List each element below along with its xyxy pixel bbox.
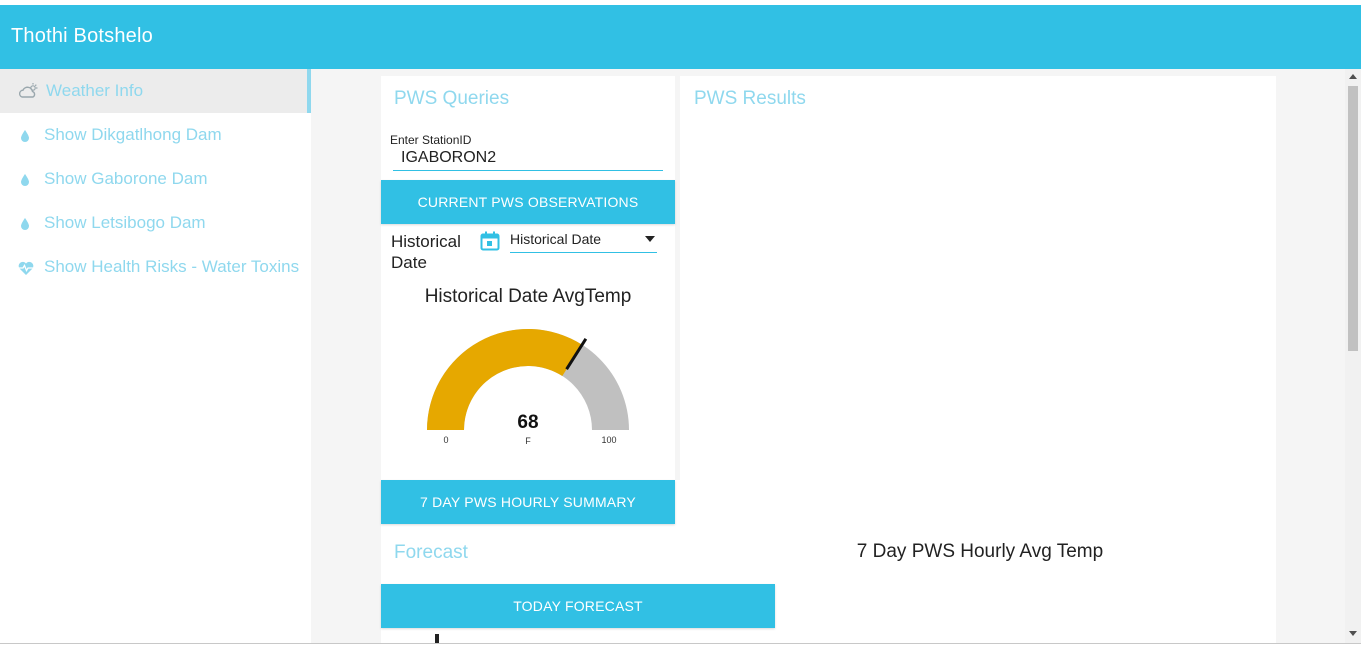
sidebar-item-gaborone-dam[interactable]: Show Gaborone Dam <box>0 157 310 201</box>
water-drop-icon <box>17 126 37 146</box>
bottom-divider <box>0 643 1361 644</box>
historical-date-select[interactable]: Historical Date <box>510 229 657 253</box>
sidebar-item-label: Show Letsibogo Dam <box>44 213 206 232</box>
sidebar-item-label: Weather Info <box>46 81 144 100</box>
gauge-min-label: 0 <box>443 435 448 445</box>
scrollbar-thumb[interactable] <box>1348 86 1358 351</box>
scroll-down-icon[interactable] <box>1349 631 1357 636</box>
hourly-avg-temp-title: 7 Day PWS Hourly Avg Temp <box>856 541 1104 562</box>
sidebar-item-dikgatlhong-dam[interactable]: Show Dikgatlhong Dam <box>0 113 310 157</box>
gauge-title: Historical Date AvgTemp <box>424 286 632 307</box>
forecast-chart-stub <box>435 634 439 643</box>
gauge-value: 68 <box>517 412 538 433</box>
avg-temp-gauge: 68 F 0 100 <box>427 329 629 446</box>
heart-pulse-icon <box>17 258 37 278</box>
gauge-unit: F <box>525 436 531 446</box>
gauge-max-label: 100 <box>601 435 616 445</box>
today-forecast-button[interactable]: TODAY FORECAST <box>381 584 775 628</box>
sidebar-item-label: Show Gaborone Dam <box>44 169 208 188</box>
historical-date-select-value: Historical Date <box>510 231 602 247</box>
pws-queries-title: PWS Queries <box>394 88 510 109</box>
forecast-title: Forecast <box>394 542 468 563</box>
sidebar-item-label: Show Dikgatlhong Dam <box>44 125 222 144</box>
app-header: Thothi Botshelo <box>0 5 1361 69</box>
sidebar-item-weather-info[interactable]: Weather Info <box>0 69 311 113</box>
pws-results-title: PWS Results <box>694 88 806 109</box>
seven-day-hourly-summary-button[interactable]: 7 DAY PWS HOURLY SUMMARY <box>381 480 675 524</box>
historical-date-label: Historical Date <box>391 232 461 272</box>
current-pws-observations-button[interactable]: CURRENT PWS OBSERVATIONS <box>381 180 675 224</box>
sidebar-item-label: Show Health Risks - Water Toxins <box>44 257 300 276</box>
station-id-label: Enter StationID <box>390 133 472 147</box>
calendar-icon[interactable] <box>480 231 500 251</box>
app-title: Thothi Botshelo <box>11 25 153 47</box>
water-drop-icon <box>17 214 37 234</box>
chevron-down-icon <box>645 236 655 242</box>
station-id-input[interactable] <box>393 146 663 171</box>
water-drop-icon <box>17 170 37 190</box>
sidebar-item-letsibogo-dam[interactable]: Show Letsibogo Dam <box>0 201 310 245</box>
cloud-sun-icon <box>17 82 38 102</box>
vertical-scrollbar[interactable] <box>1345 69 1361 643</box>
scroll-up-icon[interactable] <box>1349 74 1357 79</box>
gauge-fill <box>427 329 583 430</box>
sidebar-item-health-risks[interactable]: Show Health Risks - Water Toxins <box>0 245 310 289</box>
sidebar: Weather Info Show Dikgatlhong Dam Show G… <box>0 69 311 647</box>
